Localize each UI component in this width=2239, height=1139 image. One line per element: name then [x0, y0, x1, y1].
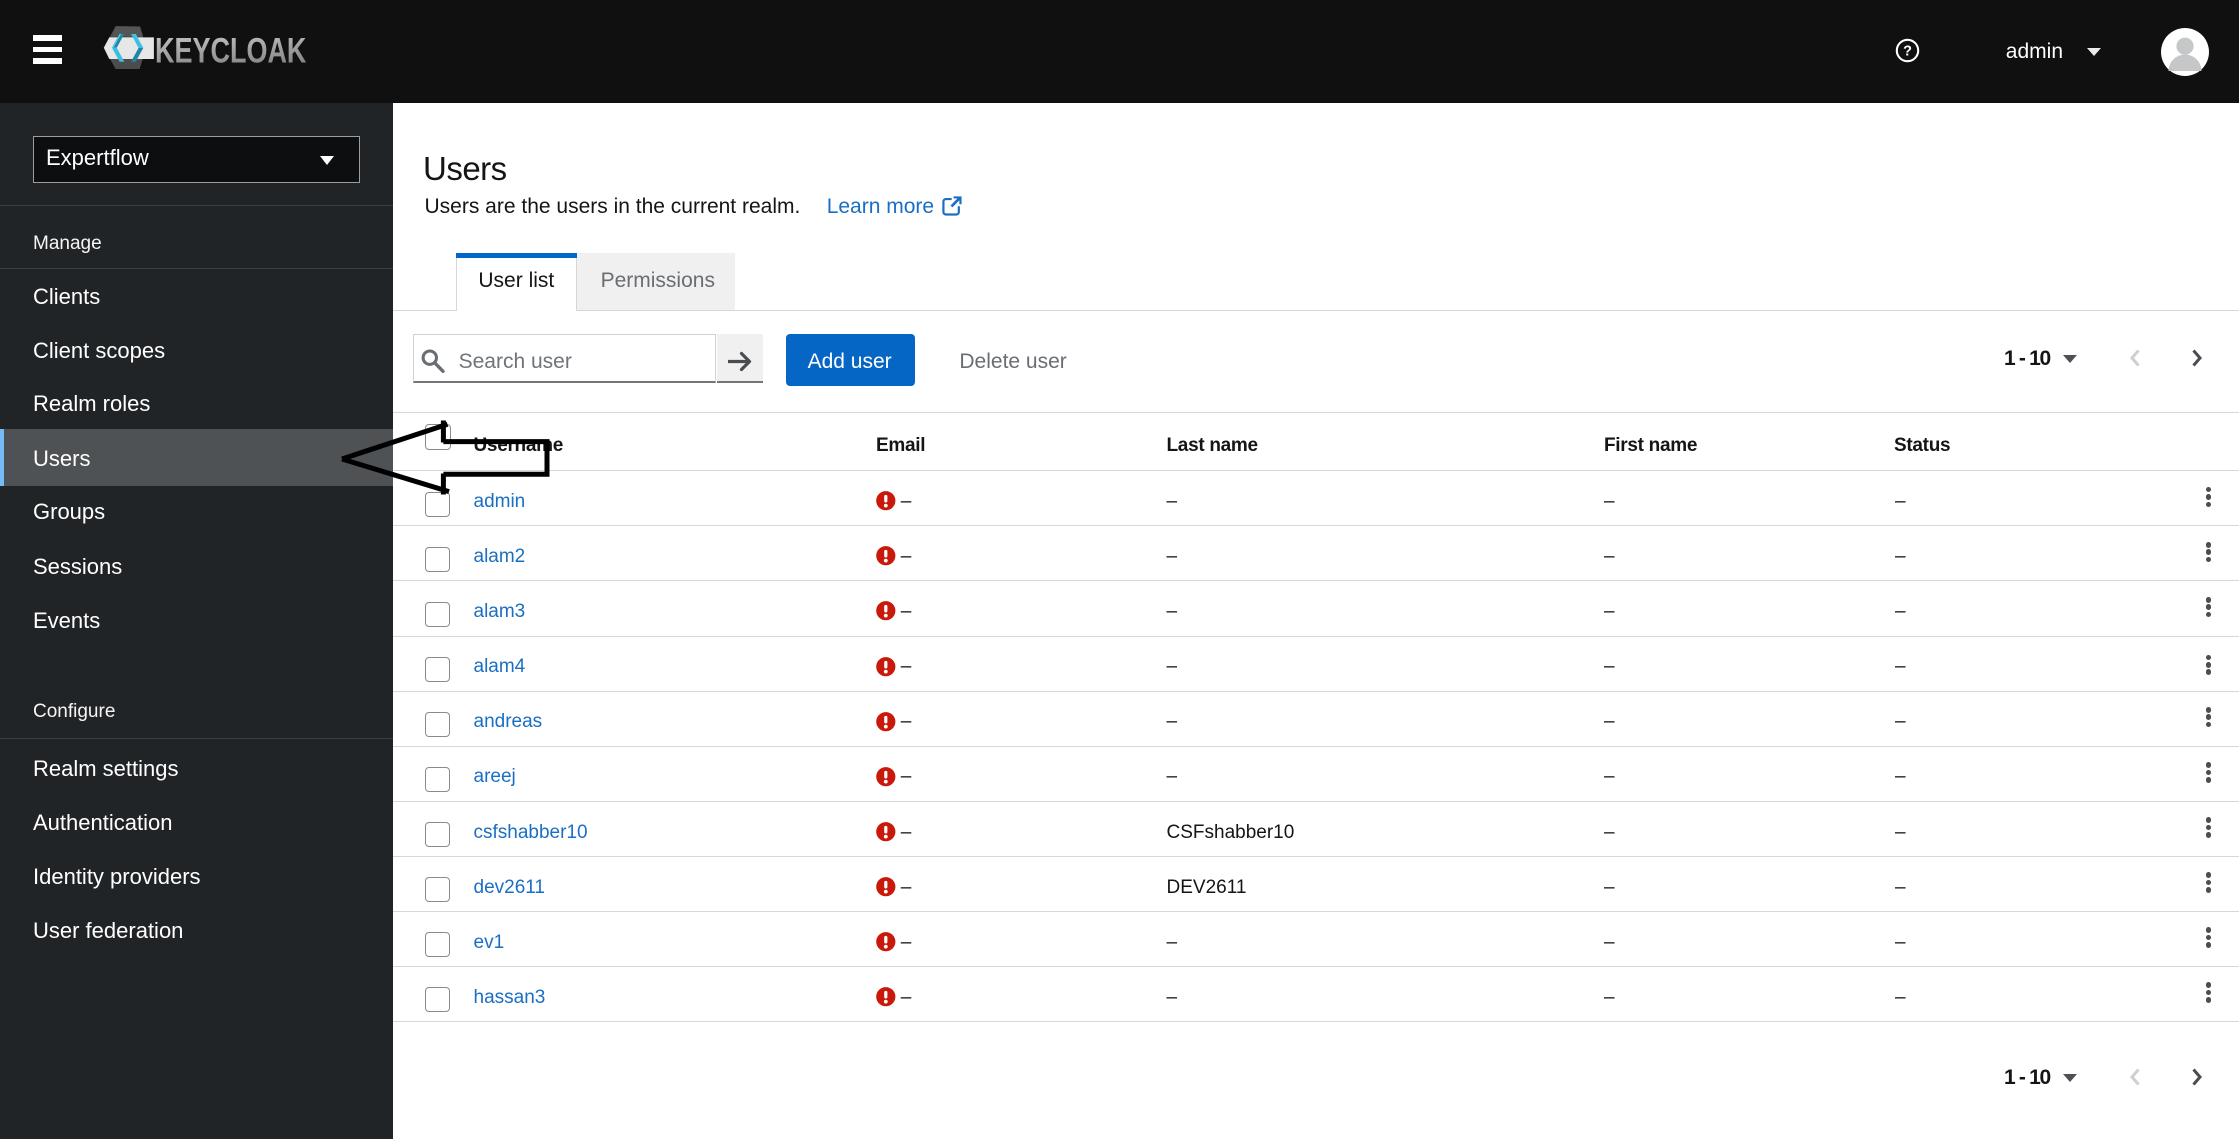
svg-text:KEYCLOAK: KEYCLOAK [155, 31, 307, 70]
svg-text:?: ? [1903, 43, 1912, 59]
